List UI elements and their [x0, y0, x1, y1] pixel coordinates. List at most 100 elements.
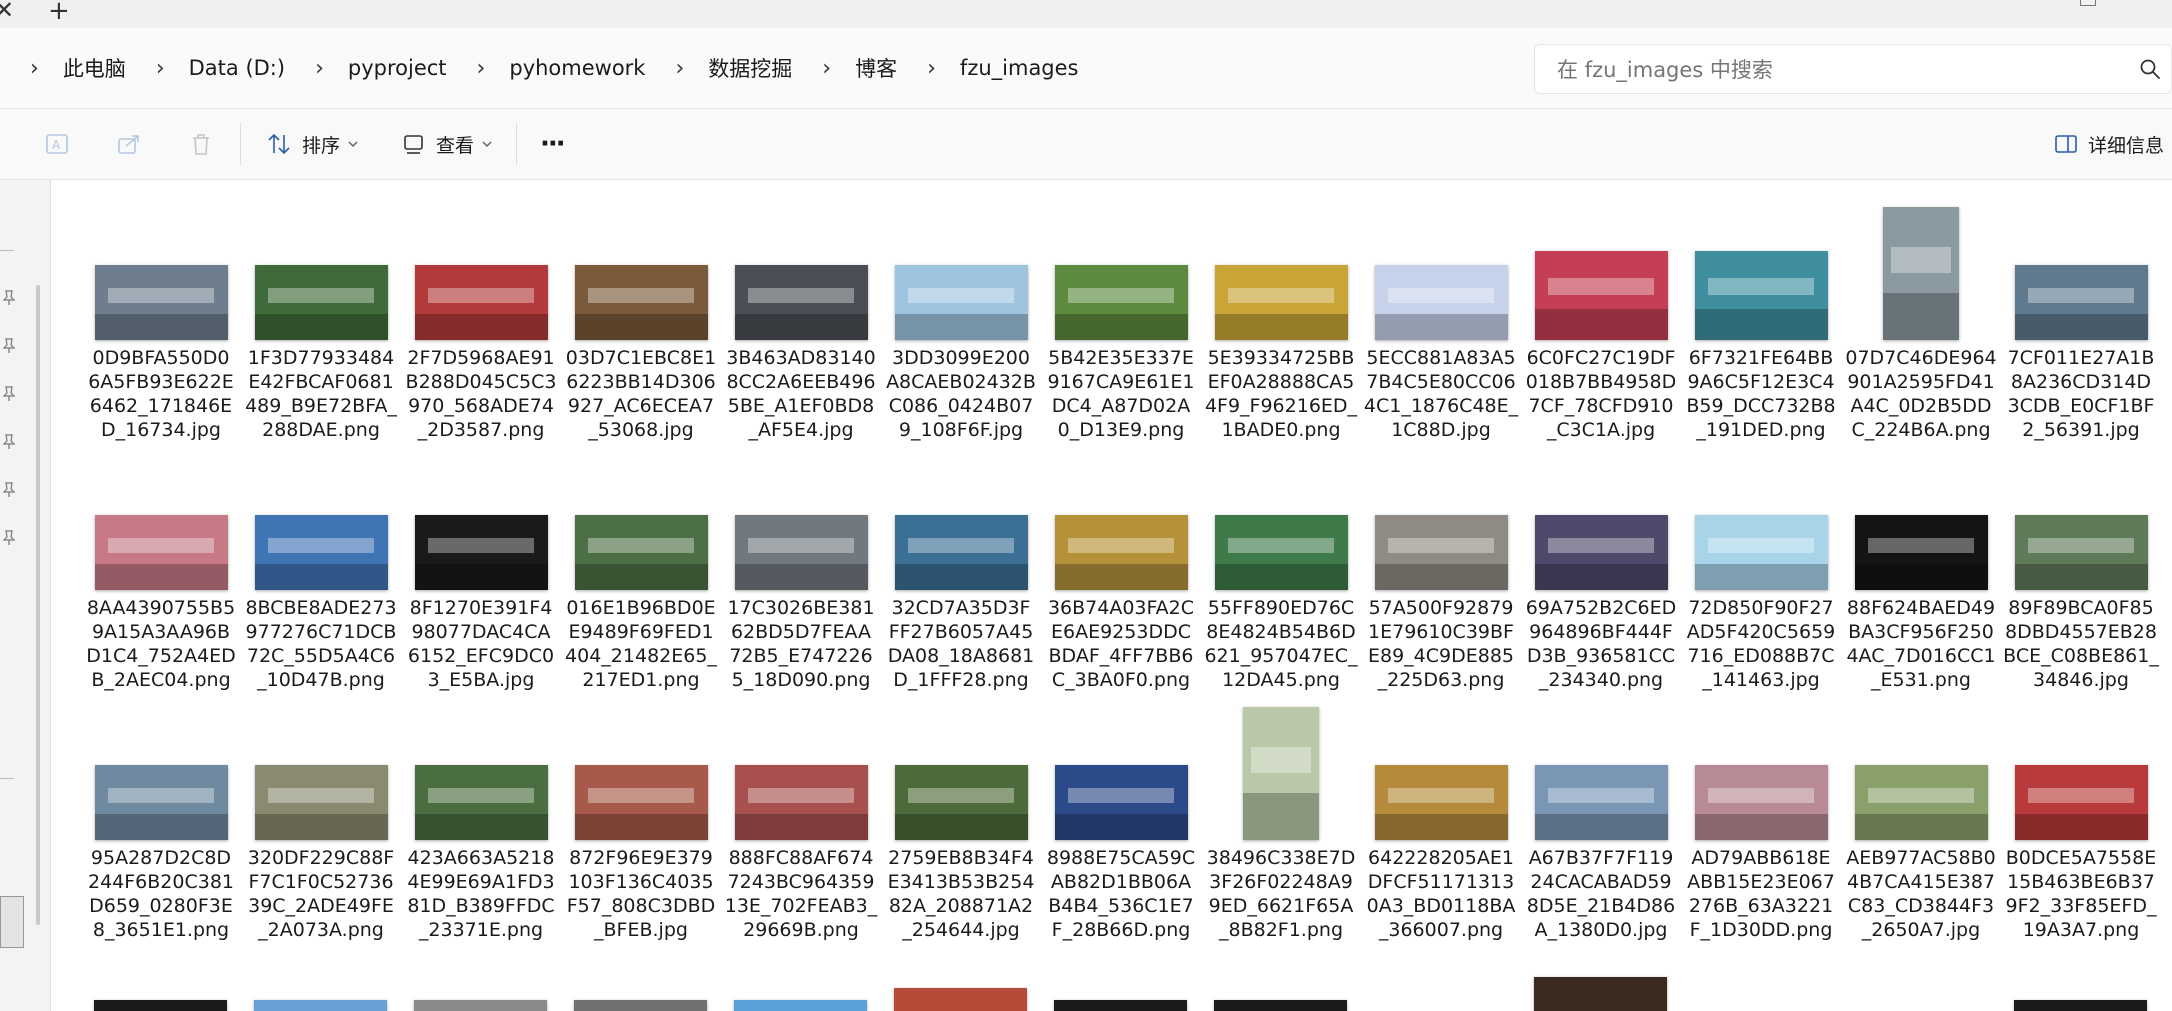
- image-thumbnail[interactable]: [254, 765, 388, 840]
- pin-icon[interactable]: [2, 290, 16, 306]
- rename-button[interactable]: A: [44, 109, 70, 179]
- image-thumbnail[interactable]: [1054, 765, 1188, 840]
- more-options-button[interactable]: ···: [540, 109, 566, 179]
- image-thumbnail[interactable]: [574, 1000, 707, 1011]
- image-thumbnail[interactable]: [254, 515, 388, 590]
- image-thumbnail[interactable]: [574, 265, 708, 340]
- image-thumbnail[interactable]: [2014, 1000, 2147, 1011]
- image-thumbnail[interactable]: [2014, 265, 2148, 340]
- file-item[interactable]: 5E39334725BB EF0A28888CA5 4F9_F96216ED_ 1BA…: [1205, 192, 1357, 441]
- file-item[interactable]: 5ECC881A83A5 7B4C5E80CC06 4C1_1876C48E_ 1C8…: [1364, 192, 1518, 441]
- file-item[interactable]: 17C3026BE381 62BD5D7FEAA 72B5_E747226 5_18D…: [726, 442, 876, 691]
- image-thumbnail[interactable]: [1054, 1000, 1187, 1011]
- breadcrumb-item[interactable]: 数据挖掘: [708, 53, 792, 83]
- image-thumbnail[interactable]: [894, 515, 1028, 590]
- file-item[interactable]: 38496C338E7D 3F26F02248A9 9ED_6621F65A _8B8…: [1206, 692, 1356, 941]
- file-item[interactable]: 7CF011E27A1B 8A236CD314D 3CDB_E0CF1BF 2_563…: [2006, 192, 2156, 441]
- image-thumbnail[interactable]: [1534, 251, 1668, 340]
- image-thumbnail[interactable]: [254, 265, 388, 340]
- image-thumbnail[interactable]: [254, 1000, 387, 1011]
- maximize-icon[interactable]: [2080, 0, 2096, 6]
- breadcrumb-item[interactable]: pyhomework: [509, 56, 645, 80]
- nav-scrollbar[interactable]: [36, 285, 40, 925]
- file-item[interactable]: 55FF890ED76C 8E4824B54B6D 621_957047EC_ 12D…: [1204, 442, 1358, 691]
- breadcrumb-item[interactable]: pyproject: [348, 56, 447, 80]
- search-box[interactable]: [1534, 44, 2172, 94]
- breadcrumb-separator[interactable]: ›: [30, 56, 39, 81]
- file-item[interactable]: 2759EB8B34F4 E3413B53B254 82A_208871A2 _254…: [886, 692, 1036, 941]
- image-thumbnail[interactable]: [1534, 765, 1668, 840]
- file-item[interactable]: 72D850F90F27 AD5F420C5659 716_ED088B7C _141…: [1686, 442, 1836, 691]
- file-item[interactable]: 8F1270E391F4 98077DAC4CA 6152_EFC9DC0 3_E5B…: [406, 442, 556, 691]
- image-thumbnail[interactable]: [1054, 265, 1188, 340]
- pin-icon[interactable]: [2, 386, 16, 402]
- image-thumbnail[interactable]: [1854, 765, 1988, 840]
- search-icon[interactable]: [2139, 58, 2161, 80]
- breadcrumb-item[interactable]: Data (D:): [189, 56, 285, 80]
- image-thumbnail[interactable]: [414, 1000, 547, 1011]
- image-thumbnail[interactable]: [414, 515, 548, 590]
- file-item[interactable]: 95A287D2C8D 244F6B20C381 D659_0280F3E 8_365…: [86, 692, 236, 941]
- file-item[interactable]: 32CD7A35D3F FF27B6057A45 DA08_18A8681 D_1FF…: [886, 442, 1036, 691]
- file-item[interactable]: 69A752B2C6ED 964896BF444F D3B_936581CC _234…: [1526, 442, 1676, 691]
- file-item[interactable]: 6C0FC27C19DF 018B7BB4958D 7CF_78CFD910 _C3C…: [1526, 192, 1676, 441]
- file-item[interactable]: 57A500F92879 1E79610C39BF E89_4C9DE885 _225…: [1366, 442, 1516, 691]
- image-thumbnail[interactable]: [1534, 515, 1668, 590]
- file-item[interactable]: AEB977AC58B0 4B7CA415E387 C83_CD3844F3 _265…: [1846, 692, 1996, 941]
- file-item[interactable]: 8988E75CA59C AB82D1BB06A B4B4_536C1E7 F_28B…: [1046, 692, 1196, 941]
- image-thumbnail[interactable]: [1374, 765, 1508, 840]
- breadcrumb-separator[interactable]: ›: [156, 56, 165, 81]
- nav-selected-item[interactable]: [0, 896, 24, 948]
- file-item[interactable]: 5B42E35E337E 9167CA9E61E1 DC4_A87D02A 0_D13…: [1046, 192, 1196, 441]
- file-item[interactable]: 88F624BAED49 BA3CF956F250 4AC_7D016CC1 _E53…: [1846, 442, 1996, 691]
- image-thumbnail[interactable]: [414, 765, 548, 840]
- file-item[interactable]: 888FC88AF674 7243BC964359 13E_702FEAB3_ 296…: [725, 692, 877, 941]
- image-thumbnail[interactable]: [1854, 515, 1988, 590]
- image-thumbnail[interactable]: [734, 265, 868, 340]
- image-thumbnail[interactable]: [1243, 707, 1319, 840]
- share-button[interactable]: [116, 109, 142, 179]
- file-item[interactable]: 642228205AE1 DFCF51171313 0A3_BD0118BA _366…: [1366, 692, 1516, 941]
- close-tab-icon[interactable]: ✕: [0, 0, 14, 24]
- image-thumbnail[interactable]: [2014, 765, 2148, 840]
- file-item[interactable]: 36B74A03FA2C E6AE9253DDC BDAF_4FF7BB6 C_3BA…: [1046, 442, 1196, 691]
- image-thumbnail[interactable]: [574, 765, 708, 840]
- file-item[interactable]: 872F96E9E379 103F136C4035 F57_808C3DBD _BFE…: [566, 692, 716, 941]
- pin-icon[interactable]: [2, 434, 16, 450]
- file-item[interactable]: 3DD3099E200 A8CAEB02432B C086_0424B07 9_108…: [886, 192, 1036, 441]
- image-thumbnail[interactable]: [94, 515, 228, 590]
- breadcrumb-separator[interactable]: ›: [315, 56, 324, 81]
- file-item[interactable]: 3B463AD83140 8CC2A6EEB496 5BE_A1EF0BD8 _AF5…: [726, 192, 876, 441]
- view-button[interactable]: 查看: [402, 109, 492, 179]
- image-thumbnail[interactable]: [94, 265, 228, 340]
- breadcrumb-item[interactable]: 此电脑: [63, 53, 126, 83]
- image-thumbnail[interactable]: [894, 988, 1027, 1011]
- file-item[interactable]: 1F3D77933484 E42FBCAF0681 489_B9E72BFA_ 288…: [245, 192, 397, 441]
- pin-icon[interactable]: [2, 530, 16, 546]
- image-thumbnail[interactable]: [2014, 515, 2148, 590]
- image-thumbnail[interactable]: [574, 515, 708, 590]
- file-item[interactable]: 07D7C46DE964 901A2595FD41 A4C_0D2B5DD C_224…: [1845, 192, 1997, 441]
- image-thumbnail[interactable]: [1054, 515, 1188, 590]
- new-tab-button[interactable]: +: [48, 0, 70, 26]
- details-pane-button[interactable]: 详细信息: [2054, 109, 2164, 179]
- image-thumbnail[interactable]: [1694, 251, 1828, 340]
- delete-button[interactable]: [188, 109, 214, 179]
- pin-icon[interactable]: [2, 482, 16, 498]
- search-input[interactable]: [1555, 54, 2119, 86]
- breadcrumb-item[interactable]: fzu_images: [960, 56, 1079, 80]
- file-item[interactable]: 8BCBE8ADE273 977276C71DCB 72C_55D5A4C6 _10D…: [245, 442, 397, 691]
- file-item[interactable]: 6F7321FE64BB 9A6C5F12E3C4 B59_DCC732B8 _191…: [1686, 192, 1836, 441]
- breadcrumb-separator[interactable]: ›: [822, 56, 831, 81]
- breadcrumb-separator[interactable]: ›: [477, 56, 486, 81]
- file-item[interactable]: 0D9BFA550D0 6A5FB93E622E 6462_171846E D_167…: [86, 192, 236, 441]
- image-thumbnail[interactable]: [94, 765, 228, 840]
- file-item[interactable]: 2F7D5968AE91 B288D045C5C3 970_568ADE74 _2D3…: [406, 192, 556, 441]
- image-thumbnail[interactable]: [1694, 765, 1828, 840]
- image-thumbnail[interactable]: [894, 765, 1028, 840]
- image-thumbnail[interactable]: [94, 1000, 227, 1011]
- file-item[interactable]: 03D7C1EBC8E1 6223BB14D306 927_AC6ECEA7 _530…: [566, 192, 716, 441]
- file-item[interactable]: B0DCE5A7558E 15B463BE6B37 9F2_33F85EFD_ 19A…: [2006, 692, 2156, 941]
- file-item[interactable]: 89F89BCA0F85 8DBD4557EB28 BCE_C08BE861_ 348…: [2003, 442, 2159, 691]
- sort-button[interactable]: 排序: [266, 109, 358, 179]
